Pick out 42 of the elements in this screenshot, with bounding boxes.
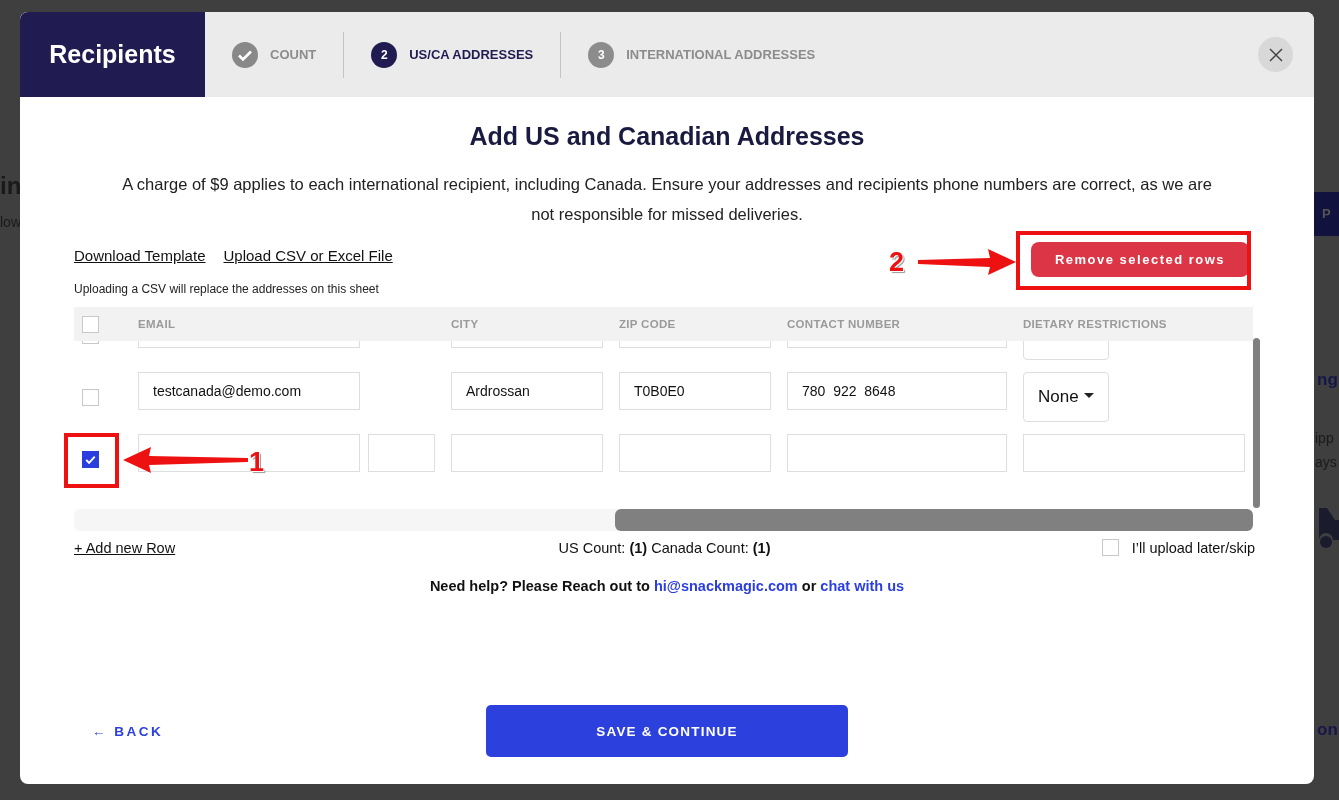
annotation-number: 1: [249, 449, 265, 476]
input-field[interactable]: [619, 434, 771, 472]
caret-icon: [1083, 392, 1094, 399]
back-link[interactable]: ← BACK: [92, 723, 164, 739]
input-field[interactable]: [368, 434, 435, 472]
column-header: ZIP CODE: [619, 318, 676, 330]
notice-text: A charge of $9 applies to each international recipient, including Canada. Ensure your addresses and recipients phone numbers are correct, as we are not responsible for missed deliveries.: [121, 174, 1213, 225]
checkbox[interactable]: [82, 451, 99, 468]
dropdown[interactable]: None: [1023, 372, 1109, 422]
column-header: EMAIL: [138, 318, 176, 330]
car-icon: [1319, 506, 1339, 550]
close-button[interactable]: [1258, 37, 1293, 72]
modal-title: Recipients: [20, 12, 205, 97]
annotation-number: 2: [889, 249, 905, 276]
help-text: Need help? Please Reach out to hi@snackmagic.com or chat with us: [428, 578, 906, 594]
section-heading: Add US and Canadian Addresses: [468, 122, 866, 151]
add-row-link[interactable]: + Add new Row: [74, 539, 176, 556]
column-header: CONTACT NUMBER: [787, 318, 901, 330]
scrollbar-thumb[interactable]: [615, 509, 1253, 531]
input-field[interactable]: 780 922 8648: [787, 372, 1007, 410]
email-link[interactable]: hi@snackmagic.com: [653, 578, 798, 594]
input-field[interactable]: testcanada@demo.com: [138, 372, 360, 410]
input-field[interactable]: [451, 434, 603, 472]
link[interactable]: Download Template: [74, 247, 206, 264]
chat-link[interactable]: chat with us: [820, 578, 905, 594]
input-field[interactable]: T0B0E0: [619, 372, 771, 410]
input-field[interactable]: [787, 434, 1007, 472]
save-continue-button[interactable]: SAVE & CONTINUE: [486, 705, 848, 757]
remove-rows-button[interactable]: Remove selected rows: [1031, 242, 1249, 277]
highlight-box: [64, 433, 119, 488]
input-field[interactable]: [138, 434, 360, 472]
count-text: US Count: (1) Canada Count: (1): [558, 539, 771, 556]
close-icon: [1268, 47, 1283, 62]
link[interactable]: Upload CSV or Excel File: [223, 247, 393, 264]
input-field[interactable]: Ardrossan: [451, 372, 603, 410]
scrollbar[interactable]: [1253, 338, 1260, 508]
column-header: DIETARY RESTRICTIONS: [1023, 318, 1167, 330]
helper-text: Uploading a CSV will replace the addresses on this sheet: [74, 282, 380, 296]
column-header: CITY: [451, 318, 479, 330]
step-tab[interactable]: 2 US/CA ADDRESSES: [371, 41, 534, 68]
input-field[interactable]: [1023, 434, 1245, 472]
checkbox-label: I’ll upload later/skip: [1131, 539, 1255, 556]
